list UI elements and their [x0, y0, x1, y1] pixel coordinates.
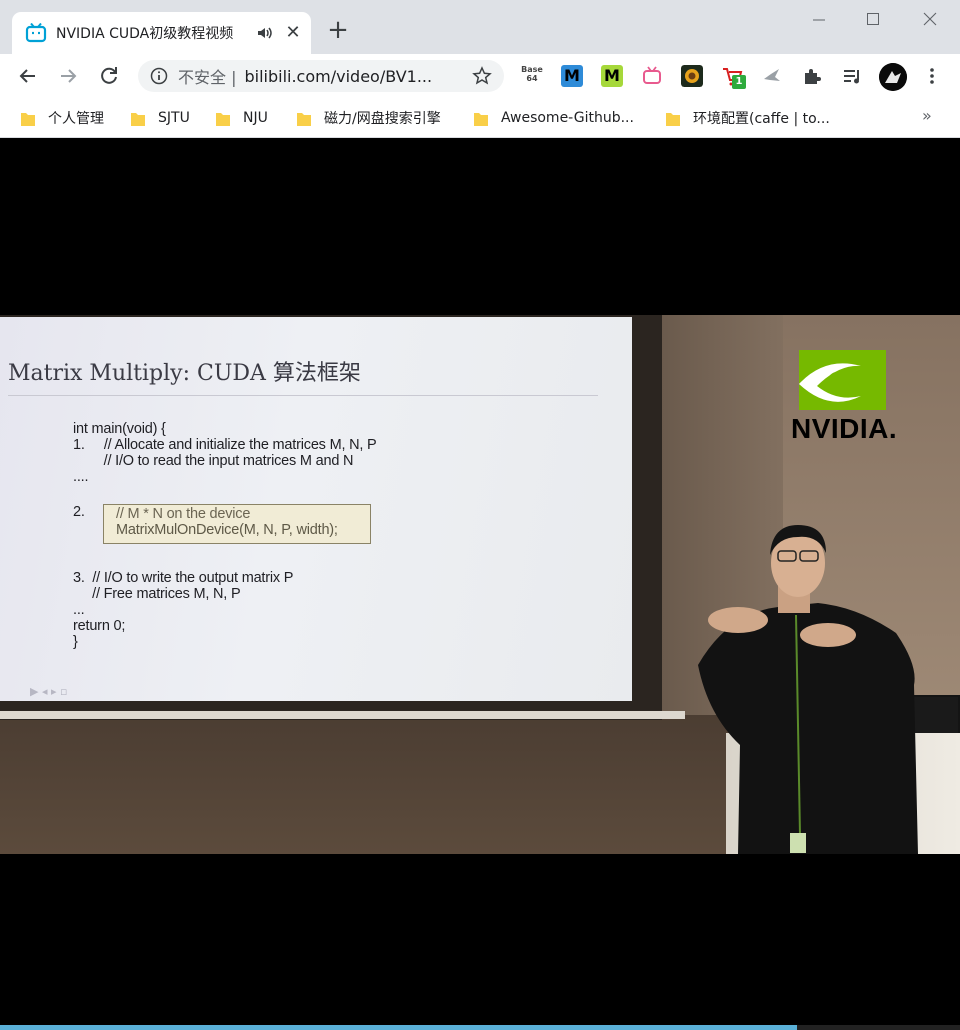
slide-divider [8, 395, 598, 396]
tab-close-button[interactable]: ✕ [284, 24, 302, 42]
bird-extension-icon[interactable] [761, 65, 783, 87]
code-line: 3. // I/O to write the output matrix P [73, 570, 294, 586]
folder-icon [216, 112, 230, 126]
code-line: ... [73, 602, 85, 618]
video-frame: Matrix Multiply: CUDA 算法框架 int main(void… [0, 315, 960, 854]
code-line: 2. [73, 504, 85, 520]
code-line: // I/O to read the input matrices M and … [73, 453, 354, 469]
info-icon[interactable] [150, 67, 168, 85]
bookmark-folder[interactable]: 个人管理 [20, 107, 104, 129]
forward-arrow-icon[interactable] [55, 63, 81, 89]
security-label: 不安全 | [178, 68, 237, 87]
bookmark-label: 磁力/网盘搜索引擎 [324, 111, 441, 127]
code-line: // Free matrices M, N, P [73, 586, 241, 602]
bookmark-label: 环境配置(caffe | to... [693, 111, 830, 127]
folder-icon [474, 112, 488, 126]
m-blue-extension-icon[interactable]: M [561, 65, 583, 87]
bookmark-label: NJU [243, 110, 268, 126]
speaker-icon[interactable] [256, 24, 274, 42]
url-text[interactable]: bilibili.com/video/BV1... [244, 67, 432, 86]
tv-extension-icon[interactable] [641, 65, 663, 87]
bookmark-folder[interactable]: SJTU [130, 107, 190, 129]
folder-icon [297, 112, 311, 126]
address-bar[interactable]: 不安全 | bilibili.com/video/BV1... [138, 60, 504, 92]
tab-title: NVIDIA CUDA初级教程视频 [56, 26, 234, 42]
avatar-image [879, 63, 907, 91]
bookmark-folder[interactable]: 环境配置(caffe | to... [665, 107, 830, 129]
base64-extension-icon[interactable]: Base 64 [521, 65, 543, 87]
bookmark-label: 个人管理 [48, 111, 104, 127]
folder-icon [666, 112, 680, 126]
bookmarks-bar: 个人管理 SJTU NJU 磁力/网盘搜索引擎 Awesome-Github..… [0, 98, 960, 138]
new-tab-button[interactable]: + [326, 17, 350, 43]
presenter [698, 525, 918, 854]
highlight-line: MatrixMulOnDevice(M, N, P, width); [116, 522, 338, 538]
maximize-icon[interactable] [858, 6, 888, 32]
sunflower-extension-icon[interactable] [681, 65, 703, 87]
media-extension-icon[interactable] [841, 65, 863, 87]
nvidia-wordmark: NVIDIA. [791, 413, 898, 444]
folder-icon [131, 112, 145, 126]
minimize-icon[interactable] [804, 6, 834, 32]
slide-nav-controls: ▶ ◂ ▸ ▫ [30, 685, 68, 698]
video-player[interactable]: Matrix Multiply: CUDA 算法框架 int main(void… [0, 140, 960, 1030]
cart-badge: 1 [732, 75, 746, 89]
highlight-line: // M * N on the device [116, 506, 251, 522]
code-highlight-box: // M * N on the device MatrixMulOnDevice… [103, 504, 371, 544]
code-line: 1. // Allocate and initialize the matric… [73, 437, 377, 453]
bilibili-tv-icon [25, 23, 47, 43]
tab-active[interactable]: NVIDIA CUDA初级教程视频 ✕ [12, 12, 311, 54]
video-progress-bar[interactable] [0, 1025, 960, 1030]
code-line: } [73, 634, 78, 650]
code-line: return 0; [73, 618, 126, 634]
nvidia-eye-logo [799, 350, 886, 410]
slide-title: Matrix Multiply: CUDA 算法框架 [8, 361, 361, 386]
back-arrow-icon[interactable] [15, 63, 41, 89]
bookmark-folder[interactable]: NJU [215, 107, 268, 129]
bookmark-label: SJTU [158, 110, 190, 126]
folder-icon [21, 112, 35, 126]
slide: Matrix Multiply: CUDA 算法框架 int main(void… [0, 317, 632, 701]
bookmark-label: Awesome-Github... [501, 110, 634, 126]
code-line: .... [73, 469, 89, 485]
tab-strip: NVIDIA CUDA初级教程视频 ✕ + [0, 0, 960, 54]
reload-icon[interactable] [96, 63, 122, 89]
code-line: int main(void) { [73, 421, 166, 437]
browser-window: NVIDIA CUDA初级教程视频 ✕ + 不安全 | bilibili.com… [0, 0, 960, 1030]
projection-screen: Matrix Multiply: CUDA 算法框架 int main(void… [0, 315, 662, 720]
kebab-menu-icon[interactable] [922, 66, 942, 86]
toolbar: 不安全 | bilibili.com/video/BV1... Base 64 … [0, 54, 960, 98]
screen-bottom-bar [0, 711, 685, 719]
cart-extension-icon[interactable]: 1 [721, 65, 747, 91]
puzzle-extension-icon[interactable] [801, 65, 823, 87]
bookmarks-overflow-button[interactable]: » [922, 106, 932, 125]
video-progress-fill [0, 1025, 797, 1030]
bookmark-folder[interactable]: Awesome-Github... [473, 107, 634, 129]
bookmark-star-icon[interactable] [472, 66, 492, 86]
bookmark-folder[interactable]: 磁力/网盘搜索引擎 [296, 107, 441, 129]
window-close-icon[interactable] [915, 6, 945, 32]
m-green-extension-icon[interactable]: M [601, 65, 623, 87]
profile-avatar[interactable] [879, 63, 907, 91]
